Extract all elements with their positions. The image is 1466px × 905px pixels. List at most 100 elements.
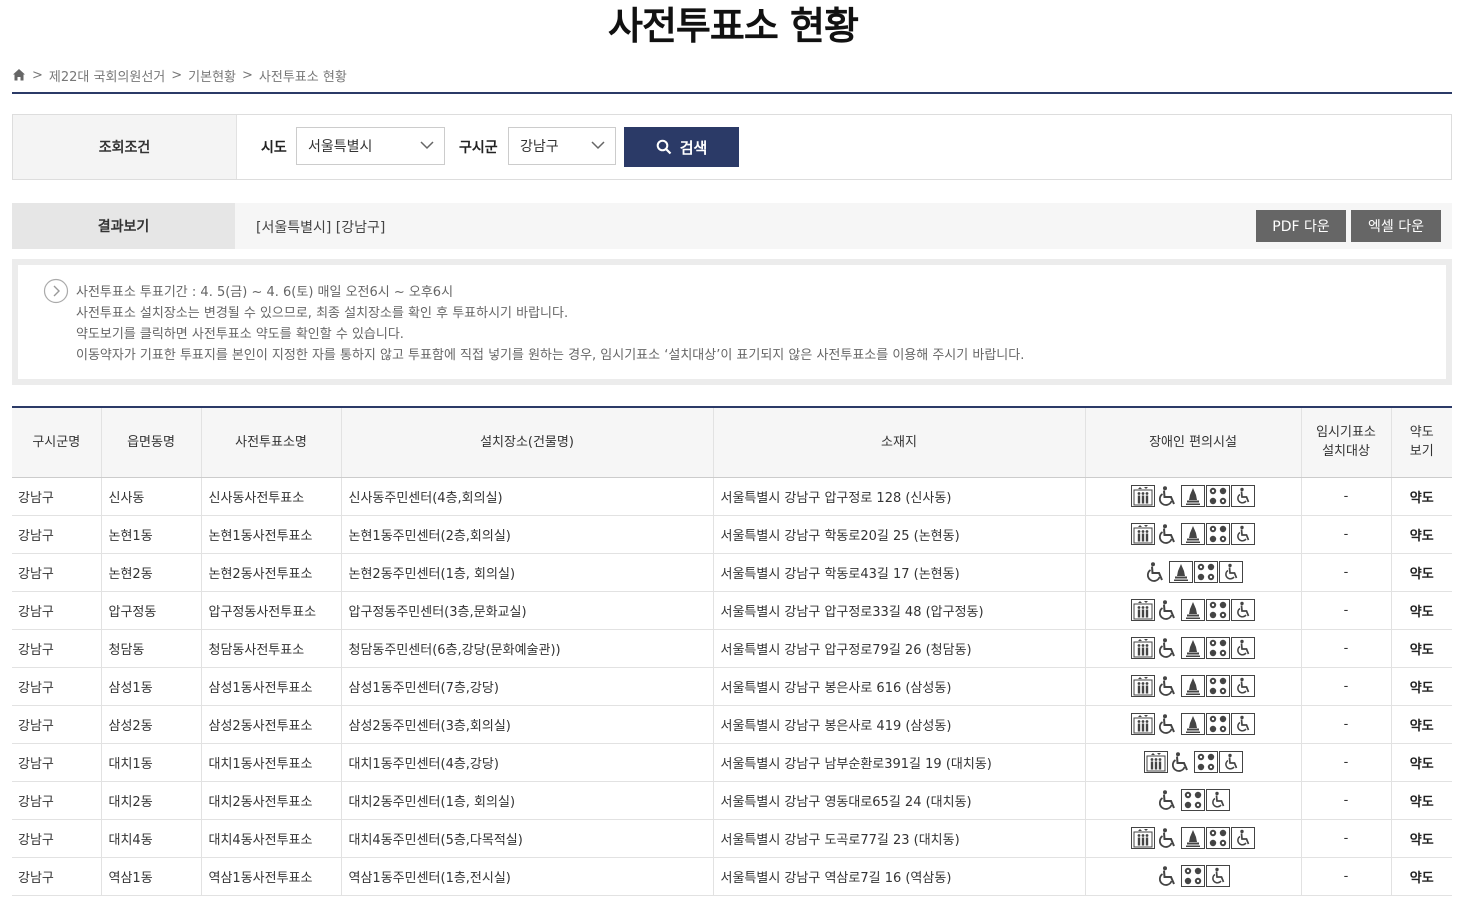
elevator-icon bbox=[1131, 599, 1155, 621]
cell-dong: 대치1동 bbox=[100, 743, 201, 782]
header-temp-booth: 임시기표소 설치대상 bbox=[1300, 406, 1391, 478]
polling-station-table: 구시군명 읍면동명 사전투표소명 설치장소(건물명) 소재지 장애인 편의시설 … bbox=[12, 406, 1452, 896]
cell-station: 논현1동사전투표소 bbox=[200, 515, 341, 554]
cell-temp-booth: - bbox=[1300, 477, 1391, 516]
search-button[interactable]: 검색 bbox=[624, 127, 739, 167]
map-link[interactable]: 약도 bbox=[1390, 667, 1452, 706]
cell-district: 강남구 bbox=[12, 819, 101, 858]
cell-address: 서울특별시 강남구 봉은사로 616 (삼성동) bbox=[712, 667, 1085, 706]
excel-download-button[interactable]: 엑셀 다운 bbox=[1351, 210, 1441, 242]
elevator-icon bbox=[1131, 713, 1155, 735]
bell-icon bbox=[1181, 485, 1205, 507]
cell-dong: 역삼1동 bbox=[100, 857, 201, 896]
cell-dong: 삼성2동 bbox=[100, 705, 201, 744]
sigungu-value: 강남구 bbox=[520, 139, 559, 155]
ramp-icon bbox=[1231, 485, 1255, 507]
cell-dong: 압구정동 bbox=[100, 591, 201, 630]
breadcrumb-basic-status[interactable]: 기본현황 bbox=[188, 66, 236, 85]
cell-building: 논현2동주민센터(1층, 회의실) bbox=[340, 553, 713, 592]
cell-station: 삼성1동사전투표소 bbox=[200, 667, 341, 706]
wheelchair-icon bbox=[1156, 485, 1180, 507]
cell-district: 강남구 bbox=[12, 553, 101, 592]
table-row: 강남구 삼성2동 삼성2동사전투표소 삼성2동주민센터(3층,회의실) 서울특별시 강남… bbox=[12, 705, 1452, 744]
braille-icon bbox=[1181, 865, 1205, 887]
cell-district: 강남구 bbox=[12, 705, 101, 744]
cell-district: 강남구 bbox=[12, 629, 101, 668]
ramp-icon bbox=[1231, 713, 1255, 735]
header-district: 구시군명 bbox=[12, 406, 101, 478]
cell-facilities bbox=[1084, 477, 1301, 516]
cell-district: 강남구 bbox=[12, 743, 101, 782]
map-link[interactable]: 약도 bbox=[1390, 553, 1452, 592]
ramp-icon bbox=[1231, 675, 1255, 697]
braille-icon bbox=[1206, 713, 1230, 735]
cell-building: 역삼1동주민센터(1층,전시실) bbox=[340, 857, 713, 896]
cell-temp-booth: - bbox=[1300, 819, 1391, 858]
cell-address: 서울특별시 강남구 압구정로79길 26 (청담동) bbox=[712, 629, 1085, 668]
breadcrumb-election[interactable]: 제22대 국회의원선거 bbox=[49, 66, 165, 85]
bell-icon bbox=[1181, 637, 1205, 659]
elevator-icon bbox=[1131, 485, 1155, 507]
table-row: 강남구 역삼1동 역삼1동사전투표소 역삼1동주민센터(1층,전시실) 서울특별시 강남… bbox=[12, 857, 1452, 896]
pdf-download-button[interactable]: PDF 다운 bbox=[1256, 210, 1346, 242]
ramp-icon bbox=[1231, 637, 1255, 659]
map-link[interactable]: 약도 bbox=[1390, 629, 1452, 668]
cell-station: 압구정동사전투표소 bbox=[200, 591, 341, 630]
map-link[interactable]: 약도 bbox=[1390, 743, 1452, 782]
map-link[interactable]: 약도 bbox=[1390, 477, 1452, 516]
cell-facilities bbox=[1084, 743, 1301, 782]
map-link[interactable]: 약도 bbox=[1390, 515, 1452, 554]
cell-facilities bbox=[1084, 629, 1301, 668]
wheelchair-icon bbox=[1144, 561, 1168, 583]
map-link[interactable]: 약도 bbox=[1390, 705, 1452, 744]
home-icon[interactable] bbox=[12, 68, 26, 82]
title-divider bbox=[12, 92, 1452, 94]
table-row: 강남구 대치1동 대치1동사전투표소 대치1동주민센터(4층,강당) 서울특별시 강남구… bbox=[12, 743, 1452, 782]
bell-icon bbox=[1181, 827, 1205, 849]
cell-dong: 청담동 bbox=[100, 629, 201, 668]
wheelchair-icon bbox=[1156, 599, 1180, 621]
cell-station: 역삼1동사전투표소 bbox=[200, 857, 341, 896]
header-dong: 읍면동명 bbox=[100, 406, 201, 478]
elevator-icon bbox=[1131, 675, 1155, 697]
header-address: 소재지 bbox=[712, 406, 1085, 478]
cell-address: 서울특별시 강남구 학동로20길 25 (논현동) bbox=[712, 515, 1085, 554]
elevator-icon bbox=[1143, 751, 1168, 773]
sido-select[interactable]: 서울특별시 bbox=[296, 127, 445, 165]
cell-station: 신사동사전투표소 bbox=[200, 477, 341, 516]
breadcrumb: > 제22대 국회의원선거 > 기본현황 > 사전투표소 현황 bbox=[12, 65, 347, 85]
ramp-icon bbox=[1206, 865, 1230, 887]
ramp-icon bbox=[1231, 827, 1255, 849]
polling-station-table-container: 구시군명 읍면동명 사전투표소명 설치장소(건물명) 소재지 장애인 편의시설 … bbox=[12, 406, 1452, 896]
cell-temp-booth: - bbox=[1300, 705, 1391, 744]
cell-temp-booth: - bbox=[1300, 857, 1391, 896]
wheelchair-icon bbox=[1156, 827, 1180, 849]
sigungu-select[interactable]: 강남구 bbox=[508, 127, 616, 165]
map-link[interactable]: 약도 bbox=[1390, 591, 1452, 630]
braille-icon bbox=[1206, 675, 1230, 697]
braille-icon bbox=[1206, 637, 1230, 659]
cell-station: 대치1동사전투표소 bbox=[200, 743, 341, 782]
cell-district: 강남구 bbox=[12, 667, 101, 706]
wheelchair-icon bbox=[1156, 713, 1180, 735]
cell-address: 서울특별시 강남구 역삼로7길 16 (역삼동) bbox=[712, 857, 1085, 896]
elevator-icon bbox=[1131, 637, 1155, 659]
cell-temp-booth: - bbox=[1300, 743, 1391, 782]
cell-temp-booth: - bbox=[1300, 667, 1391, 706]
braille-icon bbox=[1206, 485, 1230, 507]
cell-district: 강남구 bbox=[12, 781, 101, 820]
table-row: 강남구 논현1동 논현1동사전투표소 논현1동주민센터(2층,회의실) 서울특별시 강남… bbox=[12, 515, 1452, 554]
search-panel: 조회조건 시도 서울특별시 구시군 강남구 검색 bbox=[12, 114, 1452, 180]
cell-building: 대치2동주민센터(1층, 회의실) bbox=[340, 781, 713, 820]
map-link[interactable]: 약도 bbox=[1390, 781, 1452, 820]
chevron-right-circle-icon bbox=[43, 278, 69, 304]
wheelchair-icon bbox=[1156, 865, 1180, 887]
map-link[interactable]: 약도 bbox=[1390, 819, 1452, 858]
search-condition-label: 조회조건 bbox=[13, 115, 237, 179]
cell-building: 신사동주민센터(4층,회의실) bbox=[340, 477, 713, 516]
cell-building: 대치4동주민센터(5층,다목적실) bbox=[340, 819, 713, 858]
cell-station: 청담동사전투표소 bbox=[200, 629, 341, 668]
cell-building: 압구정동주민센터(3층,문화교실) bbox=[340, 591, 713, 630]
table-row: 강남구 신사동 신사동사전투표소 신사동주민센터(4층,회의실) 서울특별시 강남구 압… bbox=[12, 477, 1452, 516]
map-link[interactable]: 약도 bbox=[1390, 857, 1452, 896]
